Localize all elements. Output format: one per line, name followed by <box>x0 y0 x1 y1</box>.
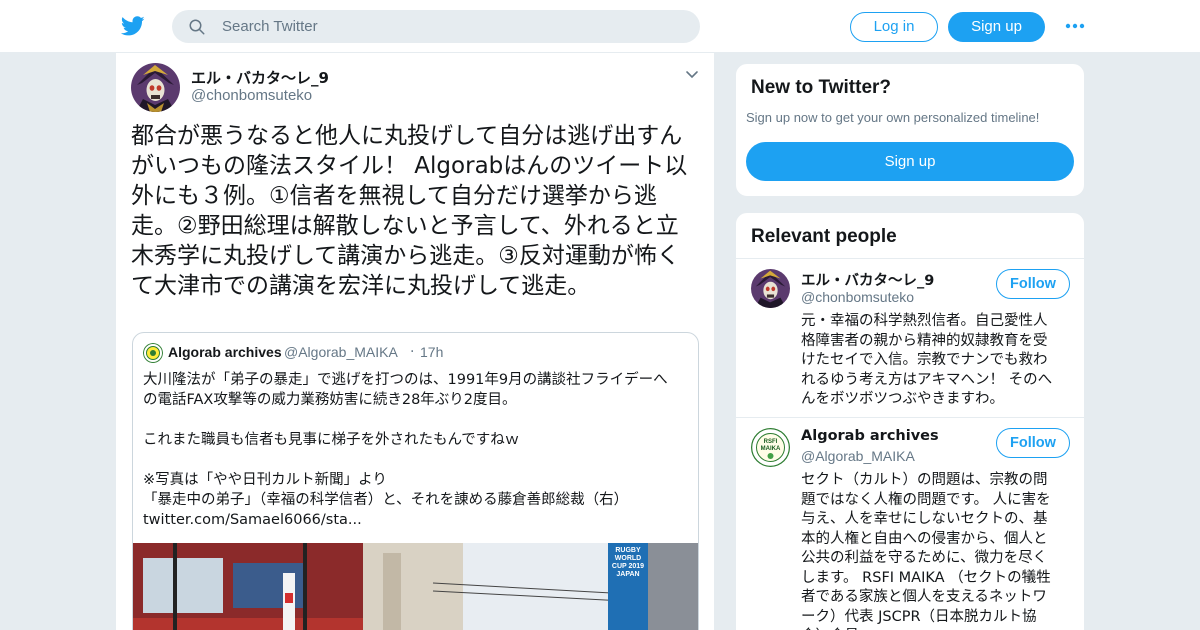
top-navigation-bar: Log in Sign up <box>0 0 1200 53</box>
divider <box>736 417 1084 418</box>
avatar[interactable]: RSFI MAIKA <box>751 428 790 467</box>
author-handle[interactable]: @chonbomsuteko <box>191 87 312 104</box>
svg-text:RSFI: RSFI <box>764 439 778 445</box>
quote-text: 大川隆法が「弟子の暴走」で逃げを打つのは、1991年9月の講談社フライデーへ の… <box>143 370 693 530</box>
quote-timestamp[interactable]: 17h <box>420 344 443 360</box>
author-name[interactable]: エル・バカタ～レ_9 <box>191 67 329 88</box>
twitter-bird-icon[interactable] <box>120 14 146 38</box>
photo-banner-text: RUGBY WORLD CUP 2019 JAPAN <box>611 547 645 578</box>
follow-button[interactable]: Follow <box>996 269 1070 299</box>
svg-text:MAIKA: MAIKA <box>761 446 781 452</box>
avatar[interactable] <box>751 269 790 308</box>
quote-line: 「暴走中の弟子」（幸福の科学信者）と、それを諌める藤倉善郎総裁（右） <box>143 492 629 508</box>
quoted-tweet[interactable]: Algorab archives @Algorab_MAIKA · 17h 大川… <box>132 332 699 630</box>
person-name[interactable]: エル・バカタ～レ_9 <box>801 269 934 290</box>
quote-link[interactable]: twitter.com/Samael6066/sta... <box>143 510 693 530</box>
search-input[interactable] <box>222 10 682 43</box>
new-to-twitter-card: New to Twitter? Sign up now to get your … <box>735 63 1085 197</box>
more-dots-icon[interactable] <box>1064 16 1086 36</box>
quote-line: 大川隆法が「弟子の暴走」で逃げを打つのは、1991年9月の講談社フライデーへ <box>143 372 668 388</box>
quote-line: ※写真は「やや日刊カルト新聞」より <box>143 472 387 488</box>
quote-author-handle[interactable]: @Algorab_MAIKA <box>284 344 398 360</box>
skeleton-avatar-icon <box>131 63 180 112</box>
avatar[interactable] <box>131 63 180 112</box>
divider <box>736 258 1084 259</box>
relevant-people-card: Relevant people エル・バカタ～レ_9 @chonbomsutek… <box>735 212 1085 630</box>
person-bio: 元・幸福の科学熱烈信者。自己愛性人 格障害者の親から精神的奴隷教育を受 けたセイ… <box>801 313 1053 407</box>
chevron-down-icon[interactable] <box>684 67 700 83</box>
tweet-card: エル・バカタ～レ_9 @chonbomsuteko 都合が悪うなると他人に丸投げ… <box>115 53 715 630</box>
login-button[interactable]: Log in <box>850 12 938 42</box>
separator-dot: · <box>410 344 415 360</box>
quote-line <box>143 410 693 430</box>
search-icon <box>189 19 205 35</box>
search-box[interactable] <box>172 10 700 43</box>
quote-photo[interactable]: RUGBY WORLD CUP 2019 JAPAN <box>133 543 698 630</box>
quote-avatar <box>143 343 163 363</box>
person-handle[interactable]: @chonbomsuteko <box>801 289 914 305</box>
new-to-twitter-subtitle: Sign up now to get your own personalized… <box>746 110 1040 125</box>
skeleton-avatar-icon <box>751 269 790 308</box>
relevant-people-title: Relevant people <box>751 226 897 247</box>
sidebar-signup-button[interactable]: Sign up <box>746 142 1074 181</box>
signup-button[interactable]: Sign up <box>948 12 1045 42</box>
person-handle[interactable]: @Algorab_MAIKA <box>801 448 915 464</box>
person-name[interactable]: Algorab archives <box>801 428 939 444</box>
quote-line: これまた職員も信者も見事に梯子を外されたもんですねｗ <box>143 432 520 448</box>
quote-author-name[interactable]: Algorab archives <box>168 344 282 360</box>
quote-line <box>143 450 693 470</box>
new-to-twitter-title: New to Twitter? <box>751 77 892 98</box>
tweet-text: 都合が悪うなると他人に丸投げして自分は逃げ出すんがいつもの隆法スタイル！ Alg… <box>131 123 688 299</box>
person-bio: セクト（カルト）の問題は、宗教の問 題ではなく人権の問題です。 人に害を 与え、… <box>801 472 1051 630</box>
rsfi-maika-logo-icon: RSFI MAIKA <box>751 428 790 467</box>
quote-line: の電話FAX攻撃等の威力業務妨害に続き28年ぶり2度目。 <box>143 392 517 408</box>
follow-button[interactable]: Follow <box>996 428 1070 458</box>
